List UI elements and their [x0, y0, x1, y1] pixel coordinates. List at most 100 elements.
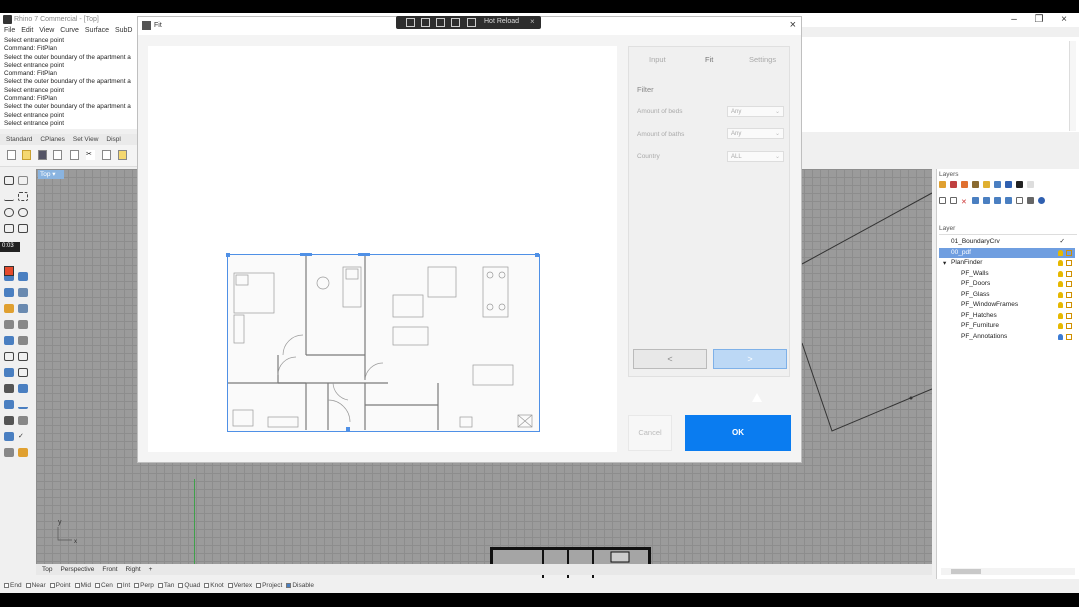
minimize-icon[interactable]: – [1007, 14, 1021, 25]
bulb-icon[interactable] [1058, 292, 1063, 298]
checkbox-icon[interactable] [227, 583, 233, 588]
lock-icon[interactable] [1066, 323, 1072, 329]
layer-row[interactable]: PF_Annotations [939, 332, 1075, 342]
move-layer-down-icon[interactable] [983, 197, 990, 204]
bulb-icon[interactable] [1058, 271, 1063, 277]
layer-row[interactable]: ▾ PlanFinder [939, 258, 1075, 268]
point-tool-icon[interactable] [18, 176, 28, 185]
copy-icon[interactable] [102, 150, 111, 160]
cut-icon[interactable]: ✂ [86, 150, 95, 160]
menu-file[interactable]: File [4, 27, 15, 34]
layer-tools-icon[interactable] [1027, 197, 1034, 204]
osnap-quad[interactable]: Quad [178, 582, 200, 589]
array-tool-icon[interactable] [18, 384, 28, 393]
rectangle-tool-icon[interactable] [4, 224, 14, 233]
layer-material-icon[interactable] [950, 181, 957, 188]
layer-display-icon[interactable] [994, 181, 1001, 188]
layer-light-icon[interactable] [1005, 181, 1012, 188]
osnap-int[interactable]: Int [116, 582, 130, 589]
dialog-close-icon[interactable]: × [790, 19, 796, 31]
drafting-tool-icon[interactable] [4, 448, 14, 457]
layer-pen-icon[interactable] [972, 181, 979, 188]
checkbox-icon[interactable] [116, 583, 122, 588]
analyze-tool-icon[interactable] [4, 400, 14, 409]
layer-row-selected[interactable]: 00_pdf [939, 248, 1075, 258]
circle-tool-icon[interactable] [4, 208, 14, 217]
checkbox-icon[interactable] [4, 583, 9, 588]
scroll-thumb[interactable] [951, 569, 981, 574]
polygon-tool-icon[interactable] [18, 224, 28, 233]
lock-icon[interactable] [1066, 313, 1072, 319]
lock-icon[interactable] [1066, 281, 1072, 287]
text-tool-icon[interactable] [4, 368, 14, 377]
delete-layer-icon[interactable]: ✕ [961, 198, 968, 206]
bulb-icon[interactable] [1058, 250, 1063, 256]
split-tool-icon[interactable] [18, 352, 28, 361]
tab-perspective[interactable]: Perspective [60, 566, 94, 573]
osnap-perp[interactable]: Perp [134, 582, 154, 589]
checkbox-icon[interactable] [256, 583, 262, 588]
osnap-project[interactable]: Project [256, 582, 282, 589]
surface-tool-icon[interactable] [18, 272, 28, 281]
checkbox-icon[interactable] [204, 583, 210, 588]
hot-reload-label[interactable]: Hot Reload [484, 18, 519, 25]
new-sublayer-icon[interactable] [950, 197, 957, 204]
tab-front[interactable]: Front [102, 566, 117, 573]
inspect-icon[interactable] [451, 18, 460, 27]
expand-icon[interactable]: ▾ [943, 259, 946, 267]
arc-tool-icon[interactable] [18, 208, 28, 217]
tab-fit[interactable]: Fit [705, 55, 713, 64]
pause-icon[interactable] [467, 18, 476, 27]
osnap-point[interactable]: Point [49, 582, 71, 589]
checkbox-icon[interactable] [178, 583, 184, 588]
osnap-disable[interactable]: Disable [286, 582, 314, 589]
menu-subd[interactable]: SubD [115, 27, 133, 34]
checkbox-icon[interactable] [74, 583, 80, 588]
trim-tool-icon[interactable] [4, 352, 14, 361]
beds-filter-select[interactable]: Any ⌄ [727, 106, 784, 117]
block-tool-icon[interactable] [4, 416, 14, 425]
check-tool-icon[interactable] [4, 432, 14, 441]
checkbox-icon[interactable] [157, 583, 163, 588]
select-tool-icon[interactable] [4, 176, 14, 185]
layers-horizontal-scrollbar[interactable] [941, 568, 1075, 575]
bulb-icon[interactable] [1058, 260, 1063, 266]
country-filter-select[interactable]: ALL ⌄ [727, 151, 784, 162]
layer-row[interactable]: PF_Glass [939, 290, 1075, 300]
layer-row[interactable]: 01_BoundaryCrv ✓ [939, 237, 1075, 247]
fillet-tool-icon[interactable] [18, 320, 28, 329]
bulb-icon[interactable] [1058, 302, 1063, 308]
corner-handle[interactable] [535, 253, 539, 257]
extrude-tool-icon[interactable] [18, 288, 28, 297]
move-layer-left-icon[interactable] [994, 197, 1001, 204]
print-icon[interactable] [53, 150, 62, 160]
baths-filter-select[interactable]: Any ⌄ [727, 128, 784, 139]
select-element-icon[interactable] [421, 18, 430, 27]
osnap-near[interactable]: Near [25, 582, 46, 589]
open-file-icon[interactable] [22, 150, 31, 160]
edge-handle[interactable] [300, 253, 312, 256]
layout-icon[interactable] [436, 18, 445, 27]
layer-row[interactable]: PF_Doors [939, 279, 1075, 289]
cancel-button[interactable]: Cancel [628, 415, 672, 451]
light-tool-icon[interactable] [18, 448, 28, 457]
bulb-icon[interactable] [1058, 334, 1063, 340]
tab-top[interactable]: Top [42, 566, 52, 573]
layer-row[interactable]: PF_Walls [939, 269, 1075, 279]
checkbox-icon[interactable] [134, 583, 140, 588]
import-icon[interactable] [70, 150, 79, 160]
checkmark-icon[interactable]: ✓ [18, 432, 28, 441]
move-tool-icon[interactable] [18, 336, 28, 345]
bulb-icon[interactable] [1058, 313, 1063, 319]
lock-icon[interactable] [1066, 271, 1072, 277]
osnap-mid[interactable]: Mid [74, 582, 91, 589]
checkbox-icon[interactable] [25, 583, 31, 588]
tab-standard[interactable]: Standard [6, 136, 32, 143]
lock-icon[interactable] [1066, 250, 1072, 256]
menu-surface[interactable]: Surface [85, 27, 109, 34]
layer-render-icon[interactable] [961, 181, 968, 188]
new-file-icon[interactable] [7, 150, 16, 160]
layer-states-icon[interactable] [1016, 197, 1023, 204]
osnap-knot[interactable]: Knot [204, 582, 224, 589]
boolean-tool-icon[interactable] [4, 320, 14, 329]
